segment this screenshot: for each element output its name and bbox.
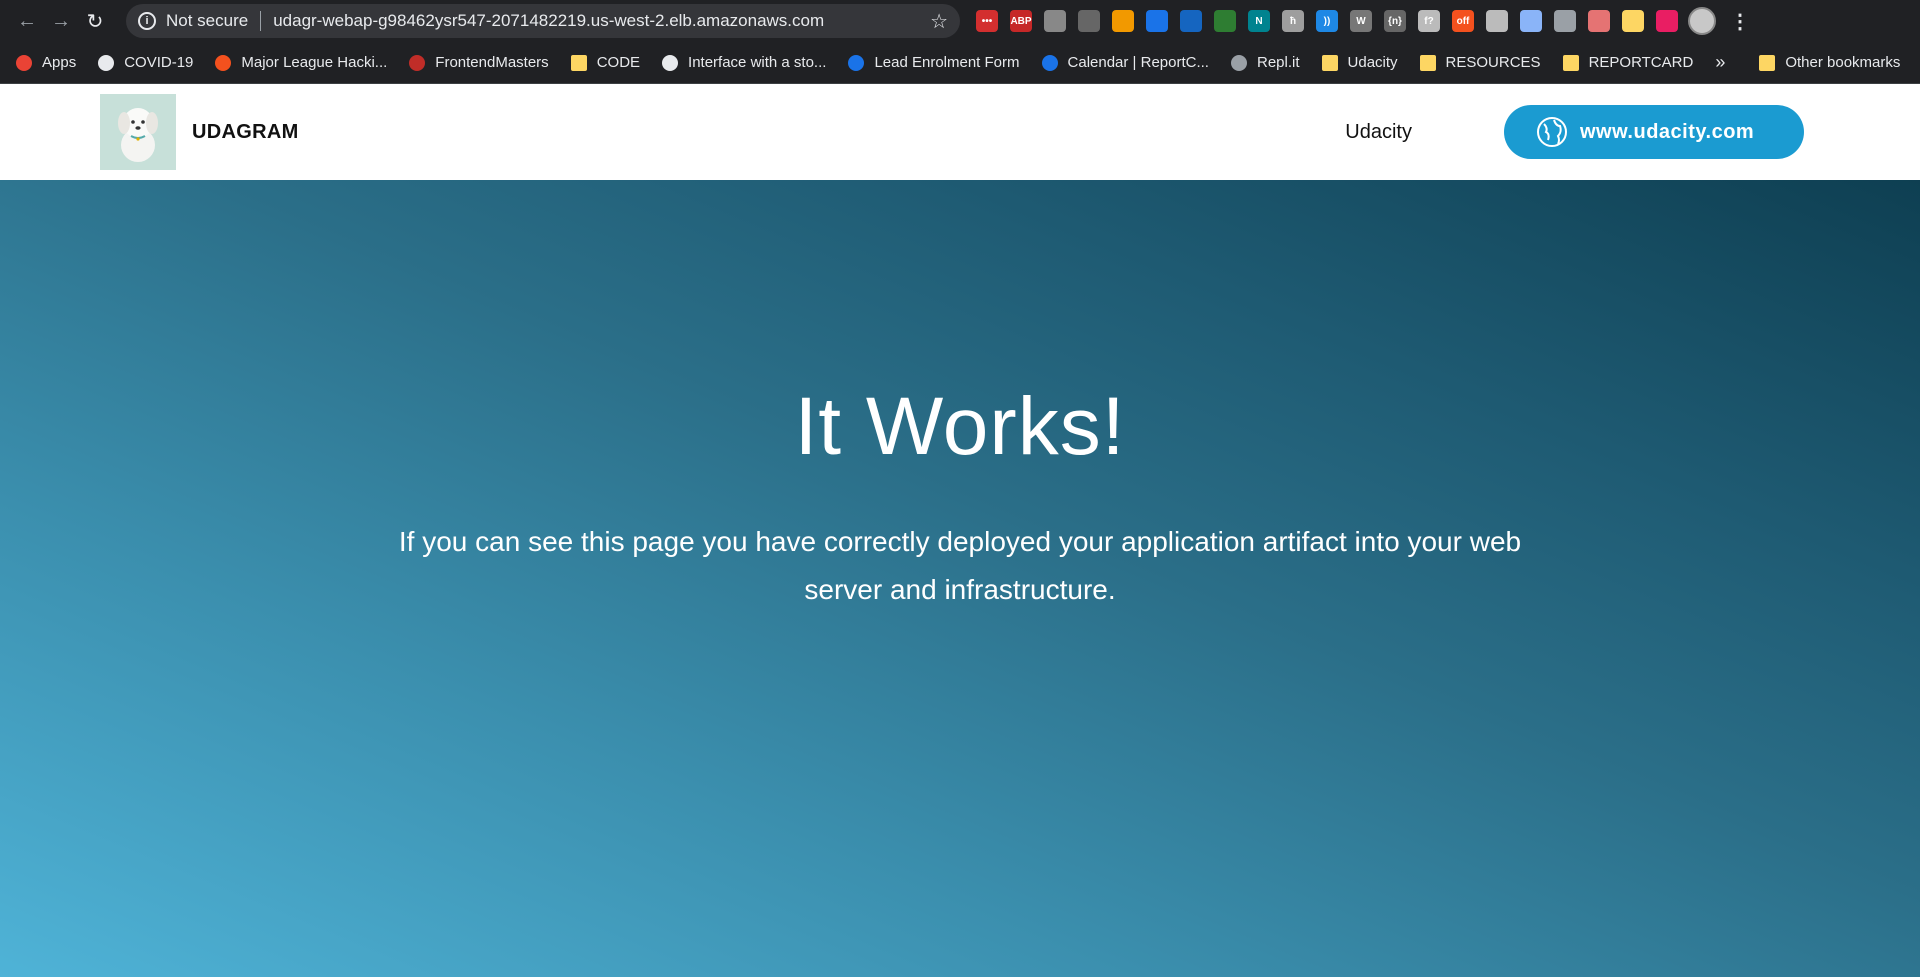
divider xyxy=(260,11,262,31)
url-text[interactable]: udagr-webap-g98462ysr547-2071482219.us-w… xyxy=(273,11,930,31)
bookmark-label: Other bookmarks xyxy=(1785,54,1901,71)
bitly-icon[interactable] xyxy=(1180,10,1202,32)
record-icon[interactable] xyxy=(1656,10,1678,32)
video-icon[interactable] xyxy=(1588,10,1610,32)
lastpass-icon[interactable]: ••• xyxy=(976,10,998,32)
bookmark-item[interactable]: Major League Hacki... xyxy=(215,54,387,71)
bookmark-label: Interface with a sto... xyxy=(688,54,827,71)
cta-label: www.udacity.com xyxy=(1580,120,1755,143)
formula-icon[interactable]: f? xyxy=(1418,10,1440,32)
replit-icon xyxy=(1230,54,1247,71)
play-icon[interactable] xyxy=(1112,10,1134,32)
bookmarks-bar: Apps COVID-19 Major League Hacki... Fronten… xyxy=(0,42,1920,84)
bookmarks-overflow-icon[interactable]: » xyxy=(1715,52,1725,73)
browser-toolbar: ← → ↻ i Not secure udagr-webap-g98462ysr… xyxy=(0,0,1920,42)
hero-title: It Works! xyxy=(794,381,1126,472)
folder-icon xyxy=(1759,54,1776,71)
bookmark-item[interactable]: Udacity xyxy=(1321,54,1398,71)
bookmark-label: Major League Hacki... xyxy=(241,54,388,71)
bookmark-item[interactable]: RESOURCES xyxy=(1419,54,1541,71)
menu-icon[interactable]: ⋮ xyxy=(1730,9,1750,34)
folder-icon xyxy=(1562,54,1579,71)
react-icon[interactable] xyxy=(1520,10,1542,32)
forward-icon[interactable]: → xyxy=(44,4,78,38)
bookmark-label: Udacity xyxy=(1347,54,1398,71)
bookmark-label: REPORTCARD xyxy=(1588,54,1694,71)
bookmark-item[interactable]: Repl.it xyxy=(1230,54,1300,71)
camera-icon[interactable] xyxy=(1044,10,1066,32)
reload-icon[interactable]: ↻ xyxy=(78,4,112,38)
bookmark-label: RESOURCES xyxy=(1445,54,1541,71)
notion-icon[interactable]: N xyxy=(1248,10,1270,32)
extensions-strip: ••• ABP Nħ)) W {n} f? off xyxy=(976,10,1678,32)
h-icon[interactable]: ħ xyxy=(1282,10,1304,32)
bookmark-label: CODE xyxy=(596,54,641,71)
bookmark-star-icon[interactable]: ☆ xyxy=(930,9,948,34)
note-icon[interactable] xyxy=(1622,10,1644,32)
site-header: UDAGRAM Udacity www.udacity.com xyxy=(0,84,1920,180)
bookmark-item[interactable]: Interface with a sto... xyxy=(662,54,826,71)
audio-icon[interactable]: )) xyxy=(1316,10,1338,32)
udacity-link-button[interactable]: www.udacity.com xyxy=(1504,105,1804,159)
folder-icon xyxy=(570,54,587,71)
folder-icon xyxy=(1321,54,1338,71)
bookmark-item[interactable]: REPORTCARD xyxy=(1562,54,1694,71)
form-icon xyxy=(848,54,865,71)
security-label: Not secure xyxy=(166,11,249,30)
hero-description: If you can see this page you have correc… xyxy=(398,526,1522,605)
nav-link-udacity[interactable]: Udacity xyxy=(1345,121,1412,144)
site-brand[interactable]: UDAGRAM xyxy=(192,121,299,144)
json-icon[interactable]: {n} xyxy=(1384,10,1406,32)
folder-icon xyxy=(1419,54,1436,71)
fm-icon xyxy=(409,54,426,71)
paint-icon[interactable] xyxy=(1214,10,1236,32)
bookmark-item[interactable]: Apps xyxy=(16,54,76,71)
bookmark-item[interactable]: FrontendMasters xyxy=(409,54,549,71)
mlh-icon xyxy=(215,54,232,71)
dark-off-icon[interactable]: off xyxy=(1452,10,1474,32)
web-page: UDAGRAM Udacity www.udacity.com It Works… xyxy=(0,84,1920,977)
bookmark-other[interactable]: Other bookmarks xyxy=(1759,54,1900,71)
globe-icon xyxy=(1537,117,1567,147)
gear-icon[interactable] xyxy=(1486,10,1508,32)
bookmark-label: Apps xyxy=(42,54,77,71)
profile-avatar[interactable] xyxy=(1688,7,1716,35)
bookmark-item[interactable]: Lead Enrolment Form xyxy=(848,54,1020,71)
grid-icon[interactable] xyxy=(1146,10,1168,32)
calendar-icon xyxy=(1041,54,1058,71)
dog-logo-icon xyxy=(118,108,158,162)
screenshot-icon[interactable] xyxy=(1078,10,1100,32)
logo[interactable] xyxy=(100,94,176,170)
abp-icon[interactable]: ABP xyxy=(1010,10,1032,32)
bookmark-label: Lead Enrolment Form xyxy=(874,54,1020,71)
covid-icon xyxy=(98,54,115,71)
apps-grid-icon xyxy=(16,54,32,71)
bookmark-label: Calendar | ReportC... xyxy=(1067,54,1209,71)
vue-icon[interactable] xyxy=(1554,10,1576,32)
hero-section: It Works! If you can see this page you h… xyxy=(0,180,1920,977)
bookmark-item[interactable]: Calendar | ReportC... xyxy=(1041,54,1209,71)
address-bar[interactable]: i Not secure udagr-webap-g98462ysr547-20… xyxy=(126,4,960,38)
bookmark-label: FrontendMasters xyxy=(435,54,549,71)
info-icon[interactable]: i xyxy=(138,12,156,30)
w-icon[interactable]: W xyxy=(1350,10,1372,32)
bookmark-label: Repl.it xyxy=(1256,54,1300,71)
back-icon[interactable]: ← xyxy=(10,4,44,38)
bookmark-item[interactable]: CODE xyxy=(570,54,641,71)
bookmark-label: COVID-19 xyxy=(124,54,194,71)
mountain-icon xyxy=(662,54,679,71)
bookmark-item[interactable]: COVID-19 xyxy=(98,54,193,71)
